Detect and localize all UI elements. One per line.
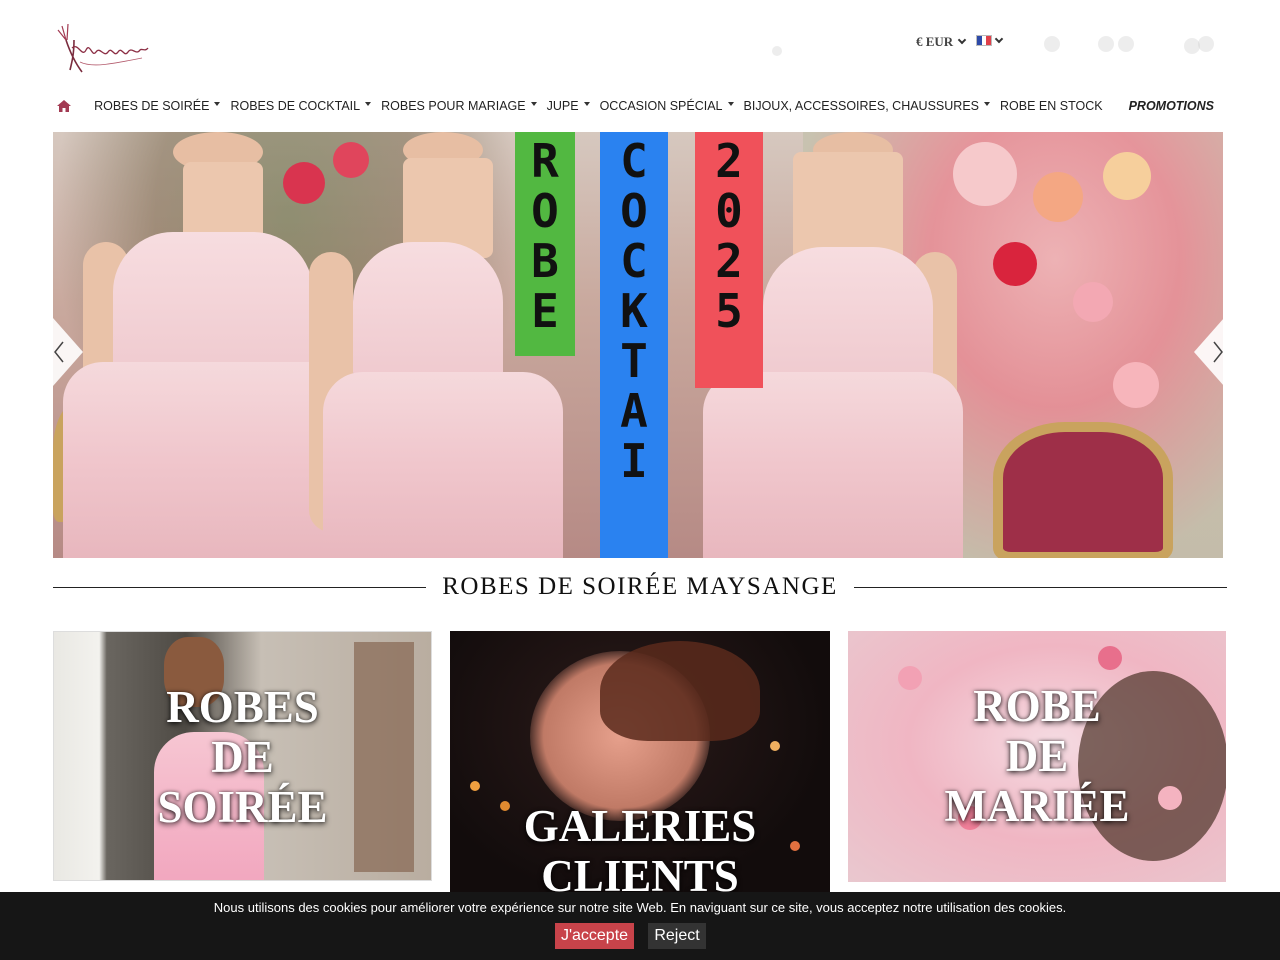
reject-cookies-button[interactable]: Reject <box>648 923 706 949</box>
chevron-right-icon <box>1194 318 1224 386</box>
nav-item-jupe[interactable]: JUPE <box>547 99 590 113</box>
nav-item-robes-pour-mariage[interactable]: ROBES POUR MARIAGE <box>381 99 537 113</box>
hero-banner-letter: 2 <box>715 234 743 288</box>
chair-decoration <box>993 422 1173 558</box>
section-heading: ROBES DE SOIRÉE MAYSANGE <box>53 570 1228 604</box>
cookie-message: Nous utilisons des cookies pour améliore… <box>213 900 1067 915</box>
main-nav: ROBES DE SOIRÉE ROBES DE COCKTAIL ROBES … <box>52 92 1224 120</box>
rose-decoration <box>993 242 1037 286</box>
nav-item-label: ROBE EN STOCK <box>1000 99 1103 113</box>
cart-count-badge <box>1198 36 1214 52</box>
caret-down-icon <box>530 102 537 106</box>
nav-item-label: BIJOUX, ACCESSOIRES, CHAUSSURES <box>743 99 979 113</box>
home-icon <box>57 100 72 112</box>
card-label: ROBE DE MARIÉE <box>848 681 1226 831</box>
nav-item-label: OCCASION SPÉCIAL <box>599 99 723 113</box>
logo-mark <box>57 23 149 73</box>
hero-banner-letter: 2 <box>715 134 743 188</box>
hero-banner-letter: T <box>620 334 648 388</box>
card-label: GALERIES CLIENTS <box>450 801 830 901</box>
dress-decoration <box>323 372 563 558</box>
rose-decoration <box>1033 172 1083 222</box>
category-card-robes-de-soiree[interactable]: ROBES DE SOIRÉE <box>53 631 432 881</box>
hero-banner-letter: E <box>531 284 559 338</box>
rose-decoration <box>953 142 1017 206</box>
hero-banner-letter: 5 <box>715 284 743 338</box>
nav-item-label: JUPE <box>546 99 579 113</box>
card-label-line: DE <box>211 732 274 782</box>
nav-item-occasion-special[interactable]: OCCASION SPÉCIAL <box>600 99 734 113</box>
nav-item-robe-en-stock[interactable]: ROBE EN STOCK <box>1000 99 1103 113</box>
hero-banner-letter: R <box>531 134 559 188</box>
caret-down-icon <box>984 102 990 106</box>
rose-decoration <box>1073 282 1113 322</box>
heart-count-badge <box>1118 36 1134 52</box>
hero-banner-letter: 0 <box>715 184 743 238</box>
chevron-left-icon <box>53 318 83 386</box>
user-icon[interactable] <box>1044 36 1060 52</box>
card-label-line: ROBES <box>166 682 319 732</box>
hero-banner-letter: O <box>620 184 648 238</box>
nav-item-label: ROBES DE COCKTAIL <box>230 99 361 113</box>
hero-banner-letter: A <box>620 384 648 438</box>
cookie-banner: Nous utilisons des cookies pour améliore… <box>0 892 1280 960</box>
slider-prev-button[interactable] <box>53 318 87 386</box>
card-label-line: ROBE <box>973 681 1101 731</box>
card-label-line: GALERIES <box>523 801 757 851</box>
nav-item-robes-de-soiree[interactable]: ROBES DE SOIRÉE <box>94 99 221 113</box>
rose-decoration <box>1103 152 1151 200</box>
slider-next-button[interactable] <box>1190 318 1224 386</box>
section-title: ROBES DE SOIRÉE MAYSANGE <box>442 573 838 600</box>
hero-slider[interactable]: ROBE COCKTAI 2025 <box>53 132 1223 558</box>
card-label-line: DE <box>1005 731 1069 781</box>
hero-banner-letter: O <box>531 184 559 238</box>
site-header: € EUR <box>0 0 1280 88</box>
hero-banner-letter: C <box>620 134 648 188</box>
card-label-line: SOIRÉE <box>157 782 328 832</box>
category-card-robe-de-mariee[interactable]: ROBE DE MARIÉE <box>848 631 1226 882</box>
skin-decoration <box>793 152 903 262</box>
dress-decoration <box>763 247 933 387</box>
search-icon[interactable] <box>772 46 782 56</box>
maysange-logo[interactable] <box>52 18 152 76</box>
dress-decoration <box>353 242 503 382</box>
nav-home[interactable] <box>52 92 76 120</box>
card-label-line: MARIÉE <box>944 781 1130 831</box>
category-card-galeries-clients[interactable]: GALERIES CLIENTS <box>450 631 830 901</box>
divider <box>853 586 1228 588</box>
nav-item-label: ROBES POUR MARIAGE <box>381 99 526 113</box>
dress-decoration <box>703 372 963 558</box>
hero-banner-green: ROBE <box>515 132 575 356</box>
nav-item-label: ROBES DE SOIRÉE <box>94 99 210 113</box>
caret-down-icon <box>583 102 590 106</box>
caret-down-icon <box>365 102 372 106</box>
caret-down-icon <box>727 102 734 106</box>
header-icons <box>760 30 1220 80</box>
hero-banner-red: 2025 <box>695 132 763 388</box>
hero-banner-letter: C <box>620 234 648 288</box>
divider <box>53 586 427 588</box>
hair-decoration <box>600 641 760 741</box>
heart-icon[interactable] <box>1098 36 1114 52</box>
bokeh-decoration <box>470 781 480 791</box>
nav-item-label: PROMOTIONS <box>1128 99 1214 113</box>
hero-banner-blue: COCKTAI <box>600 132 668 558</box>
dress-decoration <box>113 232 313 382</box>
rose-decoration <box>283 162 325 204</box>
rose-decoration <box>333 142 369 178</box>
accept-cookies-button[interactable]: J'accepte <box>555 923 634 949</box>
card-label: ROBES DE SOIRÉE <box>54 682 431 832</box>
caret-down-icon <box>214 102 221 106</box>
hero-banner-letter: K <box>620 284 648 338</box>
flower-decoration <box>1098 646 1122 670</box>
nav-item-bijoux-accessoires[interactable]: BIJOUX, ACCESSOIRES, CHAUSSURES <box>744 99 990 113</box>
hero-banner-letter: I <box>620 434 648 488</box>
nav-item-robes-de-cocktail[interactable]: ROBES DE COCKTAIL <box>230 99 372 113</box>
hero-banner-letter: B <box>531 234 559 288</box>
rose-decoration <box>1113 362 1159 408</box>
nav-item-promotions[interactable]: PROMOTIONS <box>1129 99 1214 113</box>
